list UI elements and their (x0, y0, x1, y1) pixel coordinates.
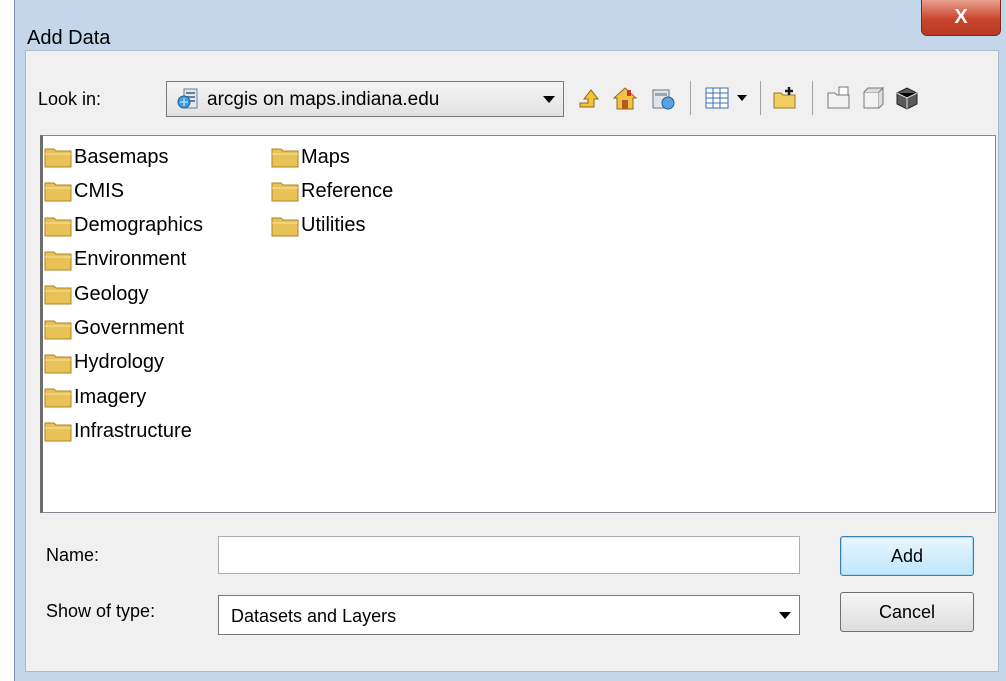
close-icon: X (954, 6, 968, 28)
new-folder-icon[interactable] (770, 81, 800, 115)
dialog-title: Add Data (27, 27, 111, 49)
show-of-type-dropdown[interactable]: Datasets and Layers (218, 595, 800, 635)
folder-icon (44, 388, 72, 408)
folder-item[interactable]: Maps (271, 143, 350, 171)
folder-icon (44, 182, 72, 202)
folder-icon (44, 148, 72, 168)
folder-name: Reference (301, 179, 394, 202)
folder-name: Geology (74, 282, 149, 305)
folder-name: CMIS (74, 179, 124, 202)
folder-icon (44, 285, 72, 305)
name-label: Name: (46, 545, 100, 565)
folder-name: Imagery (74, 385, 147, 408)
folder-icon (44, 422, 72, 442)
look-in-value: arcgis on maps.indiana.edu (207, 89, 440, 110)
new-file-geodatabase-icon[interactable] (824, 81, 854, 115)
folder-item[interactable]: Imagery (44, 383, 146, 411)
folder-item[interactable]: CMIS (44, 177, 124, 205)
file-list[interactable]: Basemaps CMIS Demographics Environment Geolo… (40, 135, 996, 513)
title-bar[interactable]: Add Data X (15, 0, 1006, 49)
folder-name: Infrastructure (74, 419, 192, 442)
chevron-down-icon (779, 612, 791, 619)
look-in-label: Look in: (38, 89, 102, 109)
folder-name: Utilities (301, 214, 366, 237)
home-icon[interactable] (610, 81, 640, 115)
show-of-type-label: Show of type: (46, 601, 156, 621)
dialog-client-area: Look in: arcgis on maps.indiana.edu Base… (25, 50, 999, 672)
view-dropdown-icon[interactable] (732, 81, 752, 115)
folder-item[interactable]: Infrastructure (44, 417, 192, 445)
folder-icon (44, 251, 72, 271)
connect-folder-icon[interactable] (648, 81, 678, 115)
new-shapefile-icon[interactable] (858, 81, 888, 115)
add-data-dialog: Add Data X Look in: arcgis on maps.india… (14, 0, 1006, 681)
folder-icon (44, 354, 72, 374)
server-icon (177, 88, 198, 109)
folder-icon (271, 217, 299, 237)
folder-name: Basemaps (74, 145, 169, 168)
add-button[interactable]: Add (840, 536, 974, 576)
folder-icon (44, 217, 72, 237)
toolbar-separator (690, 81, 691, 115)
folder-name: Environment (74, 248, 187, 271)
toolbar-separator (812, 81, 813, 115)
folder-item[interactable]: Environment (44, 246, 186, 274)
name-field[interactable] (218, 536, 800, 574)
cancel-button[interactable]: Cancel (840, 592, 974, 632)
view-list-icon[interactable] (702, 81, 732, 115)
add-button-label: Add (890, 545, 924, 566)
folder-name: Government (74, 317, 185, 339)
chevron-down-icon (543, 96, 555, 103)
catalog-options-icon[interactable] (892, 81, 922, 115)
folder-item[interactable]: Government (44, 315, 184, 343)
cancel-button-label: Cancel (878, 601, 936, 622)
folder-name: Hydrology (74, 351, 165, 374)
folder-item[interactable]: Demographics (44, 212, 203, 240)
folder-item[interactable]: Hydrology (44, 349, 164, 377)
folder-icon (44, 320, 72, 339)
folder-name: Demographics (74, 214, 203, 237)
folder-item[interactable]: Geology (44, 280, 149, 308)
folder-item[interactable]: Basemaps (44, 143, 169, 171)
folder-item[interactable]: Reference (271, 177, 393, 205)
show-of-type-value: Datasets and Layers (231, 606, 397, 626)
folder-icon (271, 148, 299, 168)
folder-name: Maps (301, 145, 350, 168)
look-in-dropdown[interactable]: arcgis on maps.indiana.edu (166, 81, 564, 117)
close-button[interactable]: X (921, 0, 1001, 36)
toolbar-separator (760, 81, 761, 115)
up-one-level-icon[interactable] (574, 81, 604, 115)
folder-item[interactable]: Utilities (271, 212, 365, 240)
folder-icon (271, 182, 299, 202)
